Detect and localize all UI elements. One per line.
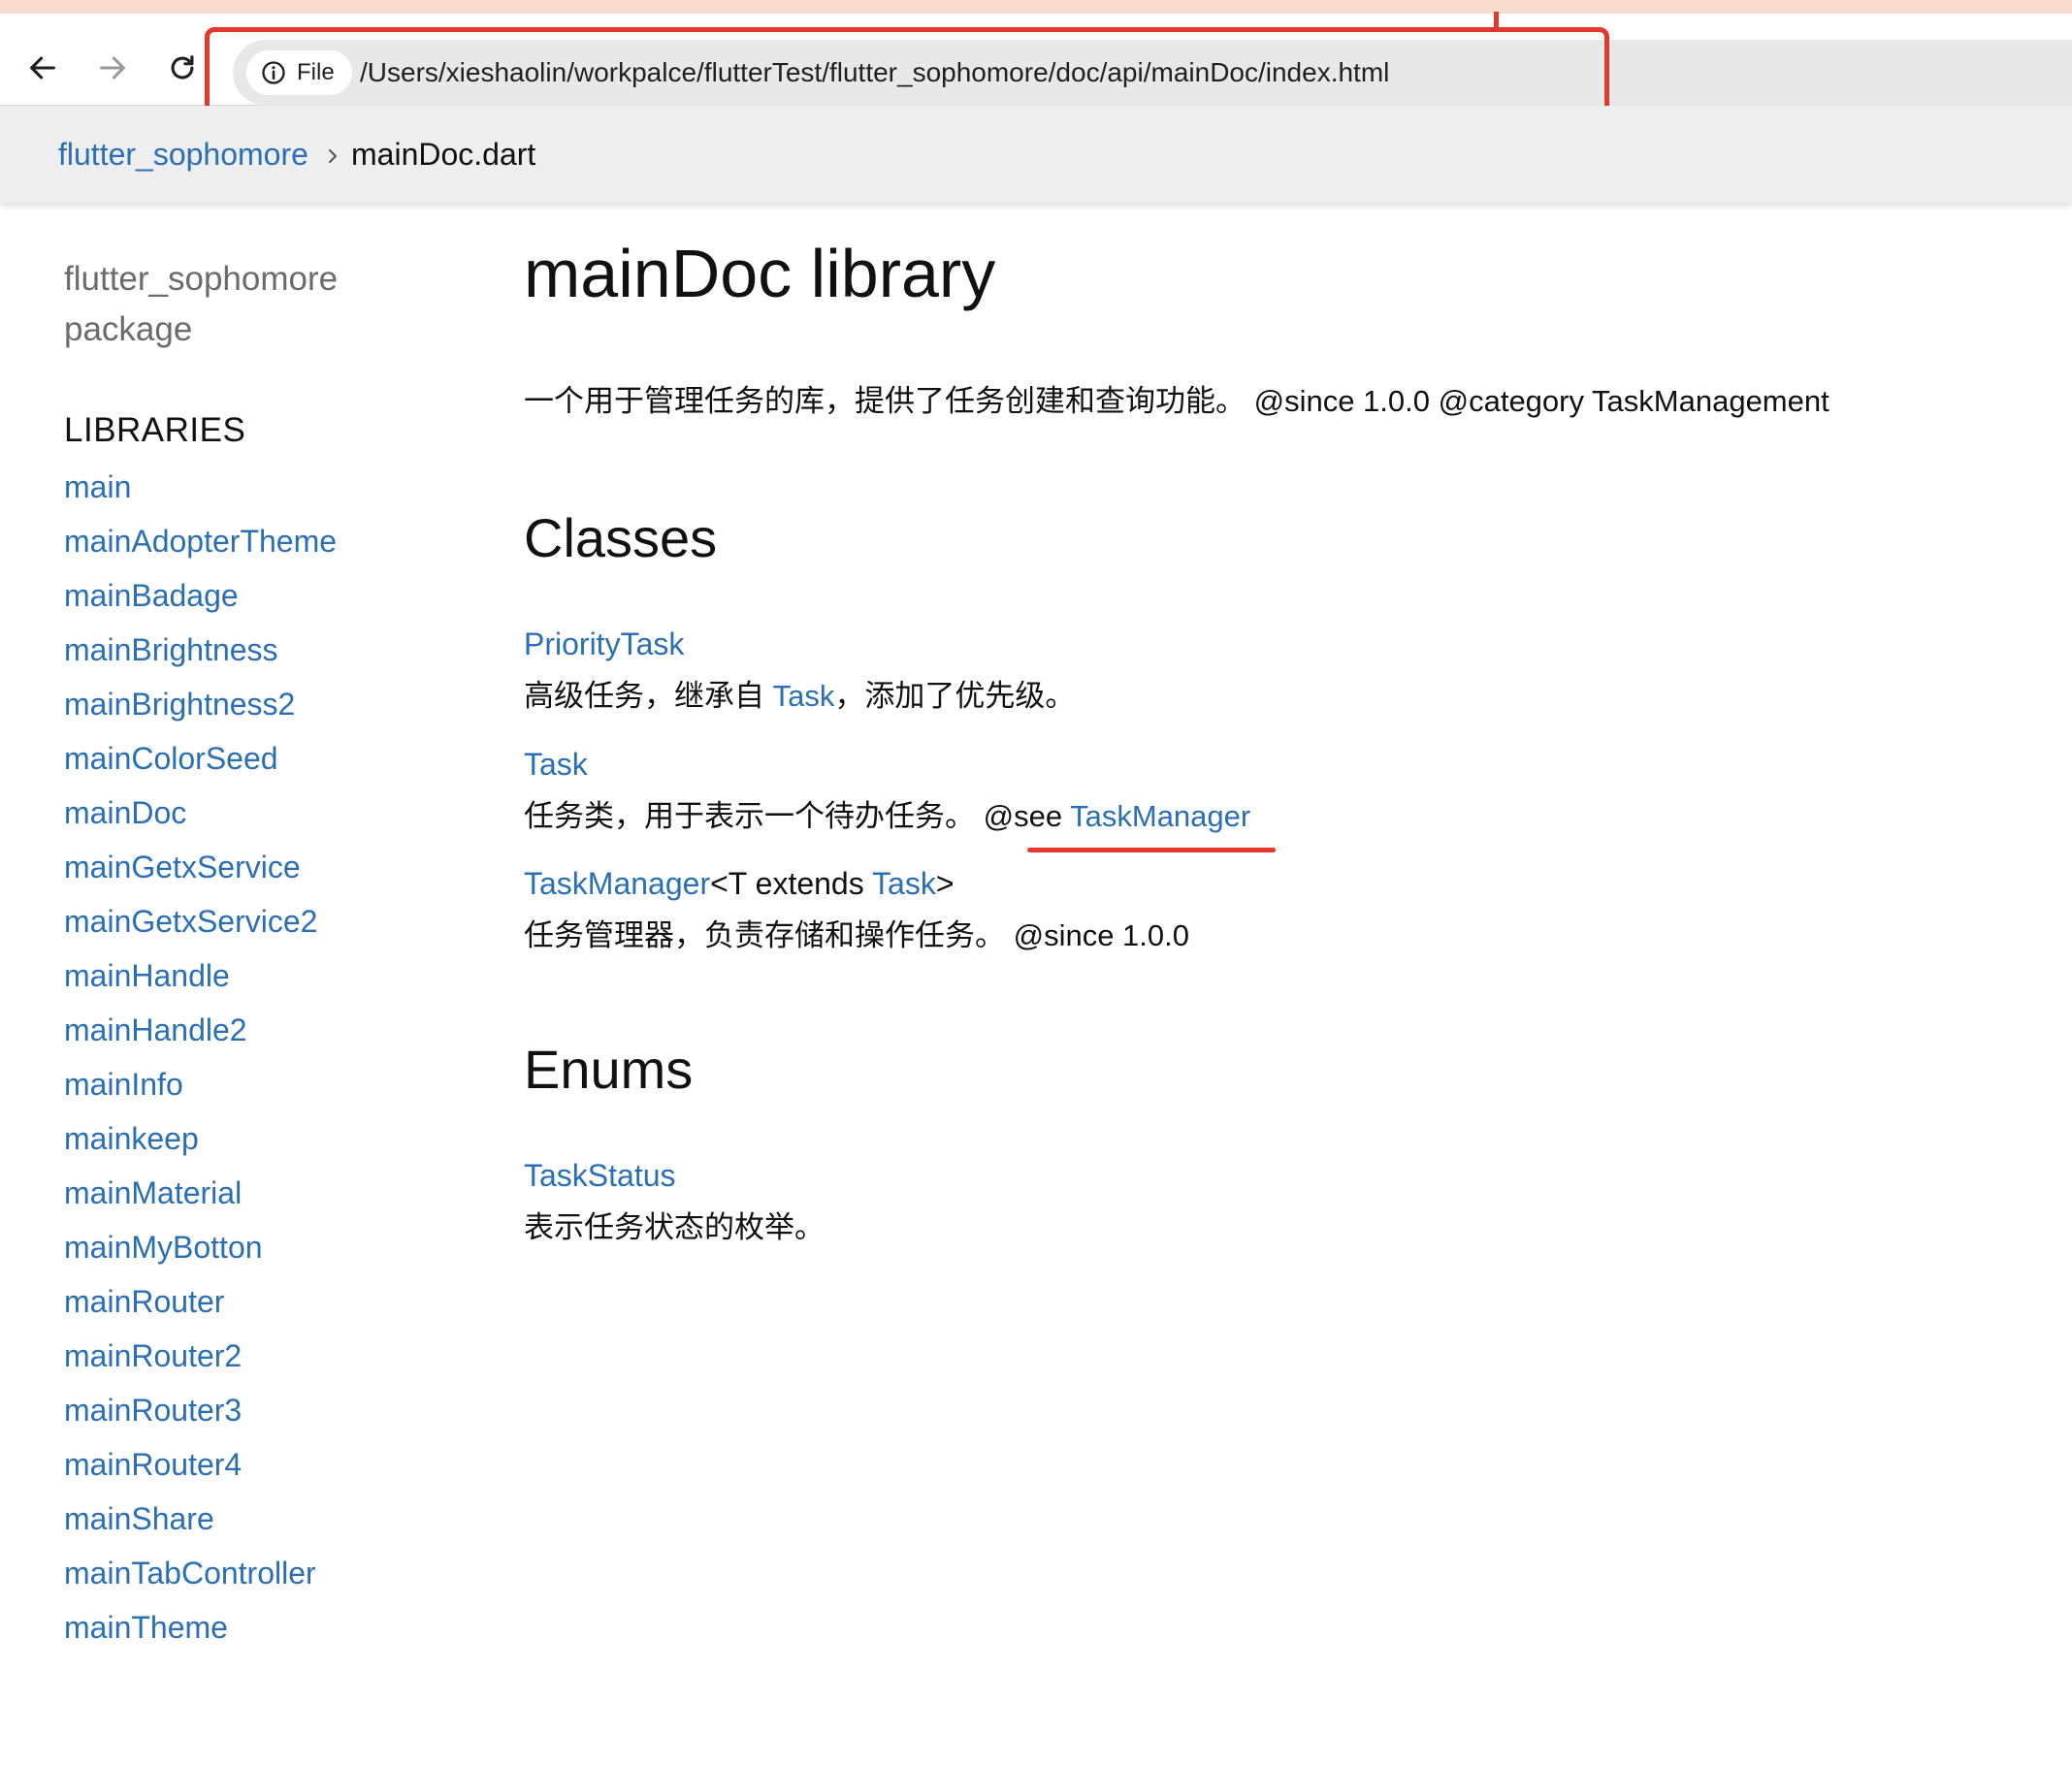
sidebar-library-link[interactable]: main [64, 467, 337, 522]
sidebar-library-link[interactable]: mainTheme [64, 1608, 337, 1662]
sidebar-library-link[interactable]: mainBrightness [64, 630, 337, 685]
class-link-prioritytask[interactable]: PriorityTask [524, 626, 684, 662]
sidebar-library-link[interactable]: mainRouter2 [64, 1336, 337, 1391]
sidebar-library-link[interactable]: mainRouter4 [64, 1445, 337, 1499]
sidebar-library-link[interactable]: mainkeep [64, 1119, 337, 1173]
info-icon [262, 61, 285, 84]
class-link-taskmanager[interactable]: TaskManager [524, 866, 710, 901]
annotation-underline [1027, 848, 1276, 852]
sidebar-library-link[interactable]: mainColorSeed [64, 739, 337, 793]
chevron-right-icon [329, 149, 337, 163]
enum-link-taskstatus[interactable]: TaskStatus [524, 1158, 676, 1194]
library-description: 一个用于管理任务的库，提供了任务创建和查询功能。 @since 1.0.0 @c… [524, 384, 1829, 418]
sidebar-library-link[interactable]: mainBadage [64, 576, 337, 630]
reload-icon [171, 55, 194, 80]
sidebar-package-title: flutter_sophomore package [64, 254, 394, 355]
class-desc-task: 任务类，用于表示一个待办任务。 @see TaskManager [524, 791, 1250, 835]
generic-task-link[interactable]: Task [872, 866, 936, 901]
site-info-chip[interactable]: File [246, 50, 352, 95]
class-link-task[interactable]: Task [524, 747, 588, 783]
enum-desc-taskstatus: 表示任务状态的枚举。 [524, 1210, 825, 1244]
sidebar-library-link[interactable]: mainShare [64, 1499, 337, 1554]
sidebar-libraries-list: main mainAdopterTheme mainBadage mainBright… [64, 467, 337, 1662]
sidebar-library-link[interactable]: mainAdopterTheme [64, 522, 337, 576]
forward-button[interactable] [87, 43, 138, 93]
sidebar-library-link[interactable]: mainInfo [64, 1065, 337, 1119]
browser-toolbar: File /Users/xieshaolin/workpalce/flutter… [0, 14, 2072, 106]
reload-button[interactable] [157, 43, 208, 93]
sidebar-library-link[interactable]: mainGetxService2 [64, 902, 337, 956]
sidebar-library-link[interactable]: mainBrightness2 [64, 685, 337, 739]
back-arrow-icon [30, 56, 55, 80]
enums-heading: Enums [524, 1039, 694, 1100]
page-title: mainDoc library [524, 236, 996, 311]
sidebar-library-link[interactable]: mainMyBotton [64, 1228, 337, 1282]
classes-heading: Classes [524, 507, 718, 568]
sidebar-package-name: flutter_sophomore [64, 260, 339, 298]
sidebar-library-link[interactable]: mainMaterial [64, 1173, 337, 1228]
taskmanager-inline-link[interactable]: TaskManager [1070, 799, 1250, 833]
breadcrumb-current: mainDoc.dart [351, 137, 536, 172]
generic-open: <T extends [710, 866, 873, 901]
task-inline-link[interactable]: Task [773, 679, 835, 713]
forward-arrow-icon [100, 56, 125, 80]
sidebar-library-link[interactable]: mainHandle2 [64, 1011, 337, 1065]
sidebar-library-link[interactable]: mainRouter3 [64, 1391, 337, 1445]
class-desc-taskmanager: 任务管理器，负责存储和操作任务。 @since 1.0.0 [524, 918, 1190, 952]
back-button[interactable] [17, 43, 68, 93]
sidebar-library-link[interactable]: mainHandle [64, 956, 337, 1011]
generic-close: > [935, 866, 955, 901]
sidebar-library-link[interactable]: mainDoc [64, 793, 337, 848]
desc-text: 高级任务，继承自 [524, 679, 773, 713]
desc-text: ，添加了优先级。 [834, 679, 1076, 713]
sidebar-library-link[interactable]: mainGetxService [64, 848, 337, 902]
desc-text: 任务类，用于表示一个待办任务。 @see [524, 799, 1071, 833]
sidebar-library-link[interactable]: mainTabController [64, 1554, 337, 1608]
site-info-label: File [297, 59, 335, 85]
address-bar[interactable]: File /Users/xieshaolin/workpalce/flutter… [233, 40, 2072, 106]
sidebar-library-link[interactable]: mainRouter [64, 1282, 337, 1336]
class-desc-prioritytask: 高级任务，继承自 Task，添加了优先级。 [524, 671, 1075, 715]
breadcrumb-package-link[interactable]: flutter_sophomore [58, 137, 308, 173]
class-signature-taskmanager: TaskManager<T extends Task> [524, 866, 955, 902]
url-text[interactable]: /Users/xieshaolin/workpalce/flutterTest/… [360, 40, 1389, 106]
window-top-strip [0, 0, 2072, 14]
sidebar-package-label: package [64, 310, 193, 348]
breadcrumb: flutter_sophomore mainDoc.dart [0, 106, 2072, 203]
sidebar-libraries-heading: LIBRARIES [64, 411, 246, 449]
